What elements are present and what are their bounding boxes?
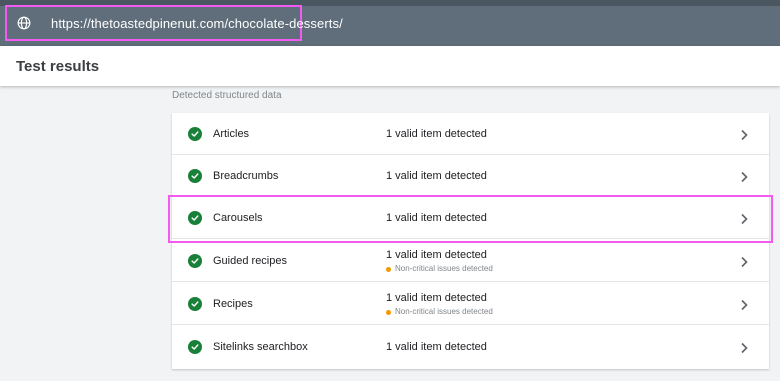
- chevron-right-icon: [739, 255, 749, 268]
- structured-data-card: Articles 1 valid item detected Breadcrum…: [172, 113, 769, 369]
- page-title: Test results: [16, 57, 100, 75]
- results-header: Test results: [0, 46, 780, 86]
- row-status: 1 valid item detected Non-critical issue…: [386, 292, 493, 318]
- status-text: 1 valid item detected: [386, 170, 487, 182]
- warning-text: Non-critical issues detected: [395, 264, 493, 273]
- row-carousels[interactable]: Carousels 1 valid item detected: [172, 197, 769, 239]
- row-status: 1 valid item detected: [386, 212, 487, 225]
- status-text: 1 valid item detected: [386, 249, 487, 261]
- top-bar: https://thetoastedpinenut.com/chocolate-…: [0, 0, 780, 46]
- row-articles[interactable]: Articles 1 valid item detected: [172, 113, 769, 155]
- row-status: 1 valid item detected Non-critical issue…: [386, 249, 493, 275]
- row-name: Carousels: [213, 212, 263, 224]
- check-circle-icon: [188, 297, 202, 311]
- row-name: Articles: [213, 128, 250, 140]
- section-label: Detected structured data: [172, 90, 282, 101]
- check-circle-icon: [188, 127, 202, 141]
- check-circle-icon: [188, 254, 202, 268]
- status-text: 1 valid item detected: [386, 212, 487, 224]
- row-name: Breadcrumbs: [213, 170, 279, 182]
- chevron-right-icon: [739, 341, 749, 354]
- row-name: Recipes: [213, 298, 253, 310]
- url-text: https://thetoastedpinenut.com/chocolate-…: [51, 15, 343, 31]
- row-sitelinks-searchbox[interactable]: Sitelinks searchbox 1 valid item detecte…: [172, 326, 769, 368]
- check-circle-icon: [188, 340, 202, 354]
- row-name: Guided recipes: [213, 255, 287, 267]
- chevron-right-icon: [739, 170, 749, 183]
- chevron-right-icon: [739, 212, 749, 225]
- row-guided-recipes[interactable]: Guided recipes 1 valid item detected Non…: [172, 240, 769, 282]
- row-recipes[interactable]: Recipes 1 valid item detected Non-critic…: [172, 283, 769, 325]
- globe-icon: [17, 14, 31, 32]
- status-text: 1 valid item detected: [386, 341, 487, 353]
- warning-dot-icon: [386, 309, 391, 315]
- warning-text: Non-critical issues detected: [395, 307, 493, 316]
- status-text: 1 valid item detected: [386, 128, 487, 140]
- row-status: 1 valid item detected: [386, 170, 487, 183]
- chevron-right-icon: [739, 298, 749, 311]
- url-box[interactable]: https://thetoastedpinenut.com/chocolate-…: [5, 5, 343, 41]
- row-status: 1 valid item detected: [386, 341, 487, 354]
- warning-note: Non-critical issues detected: [386, 306, 493, 318]
- check-circle-icon: [188, 211, 202, 225]
- status-text: 1 valid item detected: [386, 292, 487, 304]
- row-name: Sitelinks searchbox: [213, 341, 308, 353]
- warning-dot-icon: [386, 266, 391, 272]
- check-circle-icon: [188, 169, 202, 183]
- row-status: 1 valid item detected: [386, 128, 487, 141]
- warning-note: Non-critical issues detected: [386, 263, 493, 275]
- row-breadcrumbs[interactable]: Breadcrumbs 1 valid item detected: [172, 155, 769, 197]
- chevron-right-icon: [739, 128, 749, 141]
